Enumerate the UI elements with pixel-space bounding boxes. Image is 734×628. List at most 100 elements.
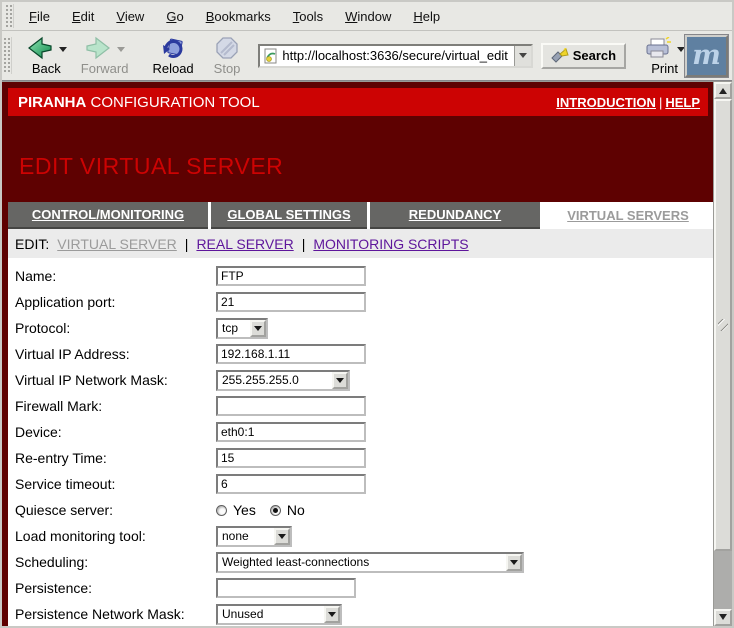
back-history-dropdown[interactable] xyxy=(59,47,67,56)
virtual-server-form: Name: Application port: Protocol: tcp xyxy=(8,258,713,626)
persistence-input[interactable] xyxy=(216,578,356,598)
chevron-down-icon xyxy=(274,528,290,545)
load-monitoring-select[interactable]: none xyxy=(216,526,292,547)
quiesce-server-radio-group: Yes No xyxy=(216,502,313,518)
virtual-ip-address-input[interactable] xyxy=(216,344,366,364)
device-input[interactable] xyxy=(216,422,366,442)
chevron-down-icon xyxy=(324,606,340,623)
form-row: Firewall Mark: xyxy=(15,393,713,419)
arrow-down-icon xyxy=(719,614,727,624)
form-row: Service timeout: xyxy=(15,471,713,497)
mozilla-m-icon: m xyxy=(692,42,721,69)
reload-icon xyxy=(160,36,186,60)
url-bar[interactable]: http://localhost:3636/secure/virtual_edi… xyxy=(258,44,532,68)
introduction-link[interactable]: INTRODUCTION xyxy=(556,95,656,110)
menu-file[interactable]: File xyxy=(18,5,61,28)
subnav-virtual-server-link[interactable]: VIRTUAL SERVER xyxy=(57,236,177,252)
form-row: Persistence Network Mask: Unused xyxy=(15,601,713,626)
menu-go[interactable]: Go xyxy=(155,5,194,28)
form-row: Quiesce server: Yes No xyxy=(15,497,713,523)
tab-global-settings[interactable]: GLOBAL SETTINGS xyxy=(211,202,367,229)
stop-label: Stop xyxy=(214,61,241,76)
scrollbar-track[interactable] xyxy=(714,551,732,609)
stop-button[interactable]: Stop xyxy=(210,33,245,78)
tab-virtual-servers[interactable]: VIRTUAL SERVERS xyxy=(543,202,713,229)
form-row: Load monitoring tool: none xyxy=(15,523,713,549)
print-icon xyxy=(644,37,672,59)
scheduling-select[interactable]: Weighted least-connections xyxy=(216,552,524,573)
chevron-down-icon xyxy=(506,554,522,571)
toolbar-grippy[interactable] xyxy=(5,4,14,28)
search-button[interactable]: Search xyxy=(541,43,626,69)
arrow-up-icon xyxy=(719,84,727,94)
subnav-prefix: EDIT: xyxy=(15,236,49,252)
reload-button[interactable]: Reload xyxy=(148,33,197,78)
back-button[interactable]: Back xyxy=(22,33,71,78)
form-row: Virtual IP Network Mask: 255.255.255.0 xyxy=(15,367,713,393)
page-proxy-icon xyxy=(263,48,279,64)
piranha-banner: PIRANHA CONFIGURATION TOOL INTRODUCTION|… xyxy=(8,88,708,116)
tab-control-monitoring[interactable]: CONTROL/MONITORING xyxy=(8,202,208,229)
edit-subnav: EDIT: VIRTUAL SERVER | REAL SERVER | MON… xyxy=(8,229,713,258)
banner-links: INTRODUCTION|HELP xyxy=(556,95,700,110)
firewall-mark-input[interactable] xyxy=(216,396,366,416)
print-button[interactable]: Print xyxy=(644,35,685,76)
quiesce-yes-radio[interactable] xyxy=(216,505,227,516)
quiesce-no-radio[interactable] xyxy=(270,505,281,516)
forward-history-dropdown[interactable] xyxy=(117,47,125,56)
url-history-dropdown[interactable] xyxy=(514,46,531,66)
menu-tools[interactable]: Tools xyxy=(282,5,334,28)
protocol-select[interactable]: tcp xyxy=(216,318,268,339)
piranha-page: PIRANHA CONFIGURATION TOOL INTRODUCTION|… xyxy=(2,82,713,626)
quiesce-no-label: No xyxy=(287,502,305,518)
print-dropdown[interactable] xyxy=(677,47,685,56)
menu-edit[interactable]: Edit xyxy=(61,5,105,28)
search-flashlight-icon xyxy=(551,48,569,64)
form-row: Persistence: xyxy=(15,575,713,601)
print-label: Print xyxy=(651,61,678,76)
menu-bookmarks[interactable]: Bookmarks xyxy=(195,5,282,28)
subnav-real-server-link[interactable]: REAL SERVER xyxy=(196,236,293,252)
chevron-down-icon xyxy=(332,372,348,389)
scroll-up-button[interactable] xyxy=(714,82,732,99)
menu-help[interactable]: Help xyxy=(402,5,451,28)
chevron-down-icon xyxy=(519,53,527,62)
mozilla-logo[interactable]: m xyxy=(685,35,728,77)
vertical-scrollbar[interactable] xyxy=(713,82,732,626)
form-row: Scheduling: Weighted least-connections xyxy=(15,549,713,575)
form-row: Application port: xyxy=(15,289,713,315)
page-title: EDIT VIRTUAL SERVER xyxy=(19,153,713,181)
scrollbar-thumb[interactable] xyxy=(714,99,732,551)
reentry-time-input[interactable] xyxy=(216,448,366,468)
name-input[interactable] xyxy=(216,266,366,286)
back-icon xyxy=(26,36,54,60)
form-row: Device: xyxy=(15,419,713,445)
menu-window[interactable]: Window xyxy=(334,5,402,28)
form-row: Protocol: tcp xyxy=(15,315,713,341)
service-timeout-input[interactable] xyxy=(216,474,366,494)
subnav-monitoring-scripts-link[interactable]: MONITORING SCRIPTS xyxy=(313,236,468,252)
chevron-down-icon xyxy=(250,320,266,337)
application-port-input[interactable] xyxy=(216,292,366,312)
menu-bar: File Edit View Go Bookmarks Tools Window… xyxy=(2,2,732,31)
form-row: Re-entry Time: xyxy=(15,445,713,471)
forward-label: Forward xyxy=(81,61,129,76)
tab-redundancy[interactable]: REDUNDANCY xyxy=(370,202,540,229)
form-row: Name: xyxy=(15,263,713,289)
virtual-ip-netmask-select[interactable]: 255.255.255.0 xyxy=(216,370,350,391)
reload-label: Reload xyxy=(152,61,193,76)
piranha-brand: PIRANHA CONFIGURATION TOOL xyxy=(18,94,260,111)
forward-button[interactable]: Forward xyxy=(77,33,133,78)
scroll-down-button[interactable] xyxy=(714,609,732,626)
url-input[interactable]: http://localhost:3636/secure/virtual_edi… xyxy=(279,48,513,63)
toolbar-grippy[interactable] xyxy=(3,37,12,74)
menu-view[interactable]: View xyxy=(105,5,155,28)
tab-bar: CONTROL/MONITORING GLOBAL SETTINGS REDUN… xyxy=(8,202,713,229)
content-panel: CONTROL/MONITORING GLOBAL SETTINGS REDUN… xyxy=(8,202,713,626)
content-viewport: PIRANHA CONFIGURATION TOOL INTRODUCTION|… xyxy=(2,81,732,626)
quiesce-yes-label: Yes xyxy=(233,502,256,518)
forward-icon xyxy=(84,36,112,60)
help-link[interactable]: HELP xyxy=(665,95,700,110)
persistence-netmask-select[interactable]: Unused xyxy=(216,604,342,625)
stop-icon xyxy=(215,36,239,60)
